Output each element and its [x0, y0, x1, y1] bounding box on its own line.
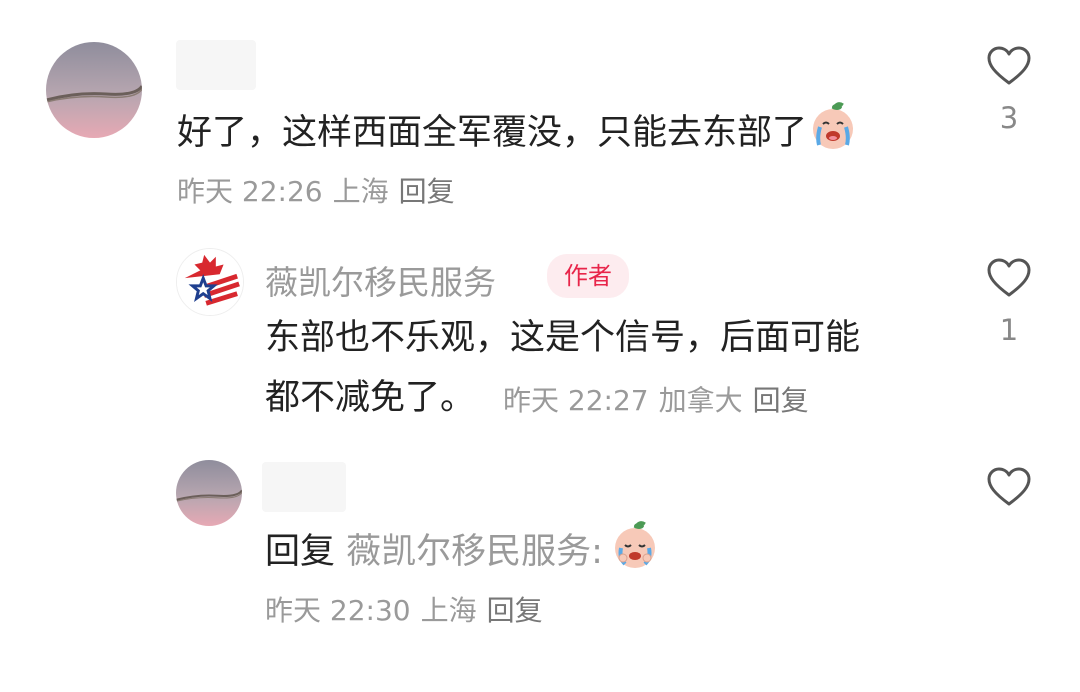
like-button[interactable]: 3	[979, 45, 1039, 135]
user-avatar[interactable]	[46, 42, 142, 138]
comment-text: 东部也不乐观，这是个信号，后面可能	[265, 309, 860, 367]
comment-time: 昨天 22:27	[503, 384, 649, 417]
comment-time: 昨天 22:30	[265, 594, 411, 627]
comment-text: 好了，这样西面全军覆没，只能去东部了	[177, 99, 859, 169]
heart-outline-icon	[987, 467, 1031, 506]
user-avatar[interactable]	[176, 460, 242, 526]
reply-button[interactable]: 回复	[399, 175, 455, 208]
comment-text: 回复 薇凯尔移民服务:	[265, 518, 661, 588]
crying-face-emoji	[807, 99, 859, 169]
author-avatar[interactable]	[176, 248, 244, 316]
blurred-username	[262, 462, 346, 512]
like-button[interactable]	[979, 466, 1039, 522]
like-count: 1	[999, 313, 1019, 347]
heart-outline-icon	[987, 258, 1031, 297]
like-count: 3	[999, 101, 1019, 135]
comment-text-body: 好了，这样西面全军覆没，只能去东部了	[177, 113, 808, 153]
crying-face-emoji	[609, 518, 661, 588]
author-badge: 作者	[547, 254, 629, 298]
comment-location: 加拿大	[658, 384, 743, 417]
comment-meta: 昨天 22:27 加拿大 回复	[503, 379, 809, 419]
reply-prefix: 回复	[265, 532, 336, 572]
blurred-username	[176, 40, 256, 90]
like-button[interactable]: 1	[979, 257, 1039, 347]
maple-leaf-star-logo	[177, 249, 243, 315]
comment-time: 昨天 22:26	[177, 175, 323, 208]
comment-meta: 昨天 22:26 上海 回复	[177, 170, 455, 210]
sunset-branch-avatar	[176, 460, 242, 526]
author-name[interactable]: 薇凯尔移民服务	[265, 256, 496, 304]
comment-location: 上海	[420, 594, 477, 627]
comment-text-line1: 东部也不乐观，这是个信号，后面可能	[265, 318, 861, 358]
sunset-branch-avatar	[46, 42, 142, 138]
mention-author[interactable]: 薇凯尔移民服务:	[346, 532, 603, 572]
comment-text: 都不减免了。	[265, 369, 475, 427]
reply-button[interactable]: 回复	[487, 594, 543, 627]
comment-location: 上海	[332, 175, 389, 208]
comment-text-line2: 都不减免了。	[265, 378, 476, 418]
comment-meta: 昨天 22:30 上海 回复	[265, 589, 543, 629]
heart-outline-icon	[987, 46, 1031, 85]
reply-button[interactable]: 回复	[753, 384, 809, 417]
